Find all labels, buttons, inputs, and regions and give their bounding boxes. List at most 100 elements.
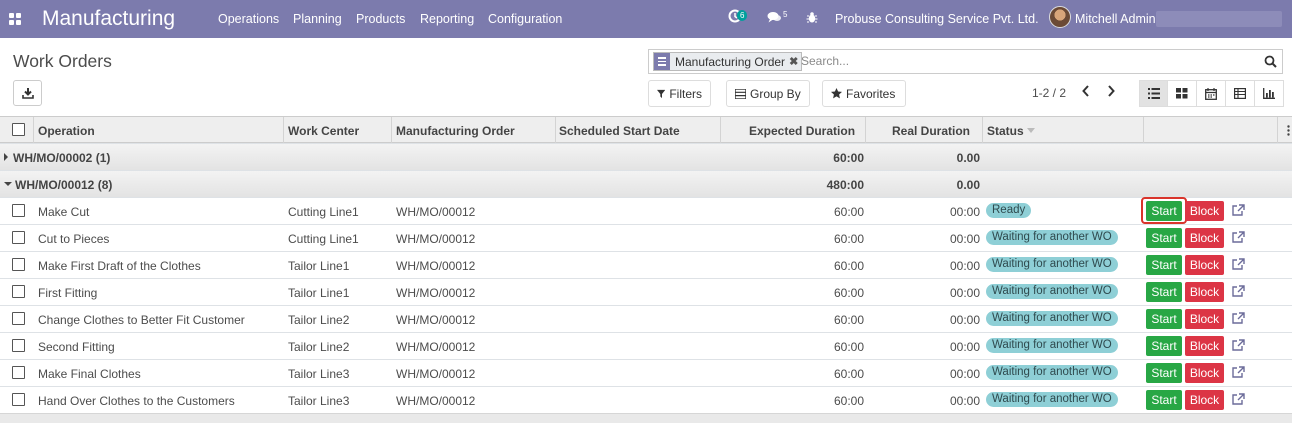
external-link-icon[interactable]	[1232, 393, 1245, 405]
row-checkbox[interactable]	[12, 258, 25, 271]
start-button[interactable]: Start	[1146, 390, 1182, 410]
column-header-status[interactable]: Status	[987, 124, 1024, 138]
block-button[interactable]: Block	[1185, 390, 1224, 410]
external-link-icon[interactable]	[1232, 258, 1245, 270]
search-bar[interactable]: Manufacturing Order ✖	[648, 49, 1283, 74]
search-icon[interactable]	[1264, 55, 1277, 68]
row-checkbox[interactable]	[12, 393, 25, 406]
group-by-button[interactable]: Group By	[726, 80, 810, 107]
column-header-real-duration[interactable]: Real Duration	[892, 124, 970, 138]
filter-icon	[657, 89, 666, 98]
start-button[interactable]: Start	[1146, 363, 1182, 383]
table-row[interactable]: Make Final Clothes Tailor Line3 WH/MO/00…	[0, 359, 1292, 386]
manufacturing-order-cell: WH/MO/00012	[396, 286, 476, 300]
row-checkbox[interactable]	[12, 204, 25, 217]
filters-button[interactable]: Filters	[648, 80, 711, 107]
calendar-view-button[interactable]	[1197, 80, 1226, 107]
external-link-icon[interactable]	[1232, 339, 1245, 351]
export-download-button[interactable]	[13, 80, 42, 106]
start-button[interactable]: Start	[1146, 282, 1182, 302]
calendar-icon	[1205, 88, 1217, 100]
bar-chart-icon	[1263, 88, 1275, 99]
start-button[interactable]: Start	[1146, 336, 1182, 356]
app-name[interactable]: Manufacturing	[42, 7, 175, 31]
debug-bug-icon[interactable]	[806, 11, 818, 27]
external-link-icon[interactable]	[1232, 366, 1245, 378]
block-button[interactable]: Block	[1185, 201, 1224, 221]
external-link-icon[interactable]	[1232, 285, 1245, 297]
optional-columns-icon[interactable]	[1287, 125, 1290, 136]
search-facet[interactable]: Manufacturing Order ✖	[653, 52, 803, 71]
row-checkbox[interactable]	[12, 231, 25, 244]
row-checkbox[interactable]	[12, 339, 25, 352]
message-count-badge: 5	[783, 10, 788, 19]
block-button[interactable]: Block	[1185, 255, 1224, 275]
status-badge: Waiting for another WO	[986, 311, 1118, 326]
page-title: Work Orders	[13, 51, 112, 71]
group-row[interactable]: WH/MO/00012 (8) 480:00 0.00	[0, 170, 1292, 197]
messages-chat-icon[interactable]	[767, 11, 782, 27]
menu-products[interactable]: Products	[356, 12, 405, 26]
column-header-work-center[interactable]: Work Center	[288, 124, 359, 138]
real-duration-cell: 00:00	[949, 205, 980, 219]
block-button[interactable]: Block	[1185, 282, 1224, 302]
favorites-button[interactable]: Favorites	[822, 80, 906, 107]
group-row[interactable]: WH/MO/00002 (1) 60:00 0.00	[0, 143, 1292, 170]
block-button[interactable]: Block	[1185, 363, 1224, 383]
external-link-icon[interactable]	[1232, 231, 1245, 243]
pager-value[interactable]: 1-2 / 2	[1032, 86, 1066, 100]
block-button[interactable]: Block	[1185, 228, 1224, 248]
table-header: Operation Work Center Manufacturing Orde…	[0, 116, 1292, 144]
column-header-expected-duration[interactable]: Expected Duration	[749, 124, 855, 138]
work-center-cell: Tailor Line1	[288, 286, 350, 300]
table-row[interactable]: Second Fitting Tailor Line2 WH/MO/00012 …	[0, 332, 1292, 359]
row-checkbox[interactable]	[12, 312, 25, 325]
menu-reporting[interactable]: Reporting	[420, 12, 474, 26]
start-button[interactable]: Start	[1146, 309, 1182, 329]
column-header-manufacturing-order[interactable]: Manufacturing Order	[396, 124, 515, 138]
table-footer	[0, 413, 1292, 423]
row-checkbox[interactable]	[12, 285, 25, 298]
manufacturing-order-cell: WH/MO/00012	[396, 205, 476, 219]
table-row[interactable]: First Fitting Tailor Line1 WH/MO/00012 6…	[0, 278, 1292, 305]
start-button[interactable]: Start	[1146, 228, 1182, 248]
operation-cell: Cut to Pieces	[38, 232, 110, 246]
table-row[interactable]: Cut to Pieces Cutting Line1 WH/MO/00012 …	[0, 224, 1292, 251]
start-button[interactable]: Start	[1146, 255, 1182, 275]
manufacturing-order-cell: WH/MO/00012	[396, 232, 476, 246]
pivot-view-button[interactable]	[1226, 80, 1255, 107]
column-header-scheduled-start[interactable]: Scheduled Start Date	[559, 124, 680, 138]
graph-view-button[interactable]	[1255, 80, 1284, 107]
select-all-checkbox[interactable]	[12, 123, 25, 136]
block-button[interactable]: Block	[1185, 309, 1224, 329]
work-center-cell: Tailor Line3	[288, 367, 350, 381]
pager-previous-icon[interactable]	[1082, 85, 1090, 97]
menu-configuration[interactable]: Configuration	[488, 12, 562, 26]
table-row[interactable]: Hand Over Clothes to the Customers Tailo…	[0, 386, 1292, 413]
user-menu[interactable]: Mitchell Admin	[1075, 12, 1156, 26]
favorites-label: Favorites	[846, 86, 896, 101]
apps-menu-icon[interactable]	[9, 13, 21, 25]
start-button[interactable]: Start	[1146, 201, 1182, 221]
table-row[interactable]: Change Clothes to Better Fit Customer Ta…	[0, 305, 1292, 332]
search-input[interactable]	[801, 54, 1241, 68]
facet-remove-icon[interactable]: ✖	[789, 55, 801, 68]
expected-duration-cell: 60:00	[833, 205, 864, 219]
list-view-button[interactable]	[1139, 80, 1168, 107]
pager-next-icon[interactable]	[1107, 85, 1115, 97]
external-link-icon[interactable]	[1232, 204, 1245, 216]
row-checkbox[interactable]	[12, 366, 25, 379]
menu-planning[interactable]: Planning	[293, 12, 342, 26]
menu-operations[interactable]: Operations	[218, 12, 279, 26]
company-switcher[interactable]: Probuse Consulting Service Pvt. Ltd.	[835, 12, 1039, 26]
table-row[interactable]: Make First Draft of the Clothes Tailor L…	[0, 251, 1292, 278]
table-row[interactable]: Make Cut Cutting Line1 WH/MO/00012 60:00…	[0, 197, 1292, 224]
column-header-operation[interactable]: Operation	[38, 124, 95, 138]
block-button[interactable]: Block	[1185, 336, 1224, 356]
operation-cell: Make First Draft of the Clothes	[38, 259, 201, 273]
external-link-icon[interactable]	[1232, 312, 1245, 324]
group-expected-total: 60:00	[833, 151, 864, 165]
column-divider	[1277, 117, 1278, 144]
user-avatar[interactable]	[1049, 6, 1071, 28]
kanban-view-button[interactable]	[1168, 80, 1197, 107]
